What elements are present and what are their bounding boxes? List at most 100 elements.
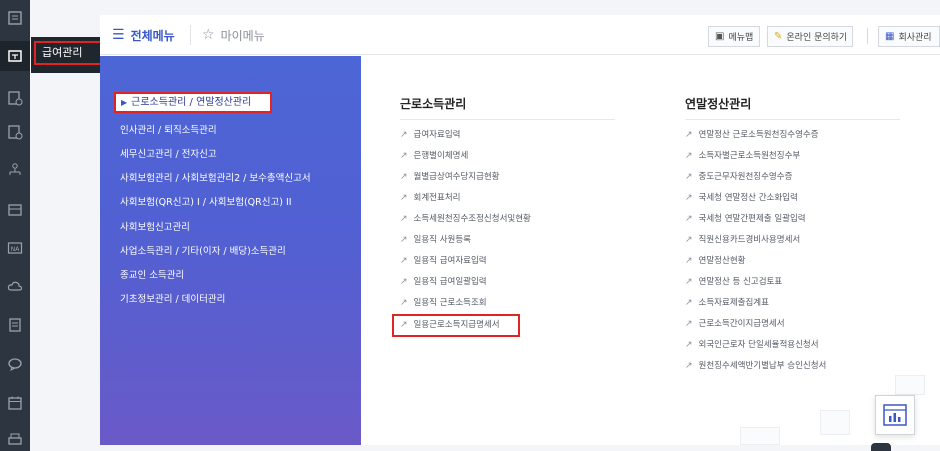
menu-link[interactable]: ↗ 국세청 연말정산 간소화입력 [685, 190, 798, 206]
triangle-right-icon: ▶ [121, 98, 128, 107]
doc-list-icon[interactable] [5, 315, 25, 335]
chart-icon [883, 404, 907, 426]
ledger-icon[interactable] [5, 200, 25, 220]
online-inquiry-label: 온라인 문의하기 [786, 33, 848, 43]
printer-icon[interactable] [5, 430, 25, 450]
menu-link[interactable]: ↗ 소득자료제출집계표 [685, 295, 769, 311]
menu-link-label: 근로소득간이지급명세서 [698, 319, 785, 329]
decor-illustration [740, 427, 780, 445]
menu-link-label: 중도근무자원천징수영수증 [698, 172, 793, 182]
category-item[interactable]: 사회보험(QR신고) I / 사회보험(QR신고) II [120, 194, 292, 212]
menu-link[interactable]: ↗ 은행별이체명세 [400, 148, 468, 164]
menu-link-label: 원천징수세액반기별납부 승인신청서 [698, 361, 827, 371]
category-sidebar: ▶ 근로소득관리 / 연말정산관리 인사관리 / 퇴직소득관리 세무신고관리 / … [100, 56, 361, 445]
payroll-icon[interactable] [0, 41, 30, 71]
menu-link[interactable]: ↗ 중도근무자원천징수영수증 [685, 169, 792, 185]
tab-my-menu[interactable]: ☆ 마이메뉴 [202, 25, 265, 45]
menu-link[interactable]: ↗ 직원신용카드경비사용명세서 [685, 232, 800, 248]
menu-link-daily-wage-statement[interactable]: ↗ 일용근로소득지급명세서 [400, 317, 500, 333]
menu-link[interactable]: ↗ 월별급상여수당지급현황 [400, 169, 500, 185]
external-link-icon: ↗ [685, 193, 693, 203]
hamburger-icon: ☰ [112, 27, 125, 43]
app-window: NA 급여관리 ☰ 전체메뉴 ☆ 마이메뉴 ▣ 메뉴맵 ✎ 온라인 문의하기 ▦… [0, 0, 940, 451]
menu-link-label: 급여자료입력 [413, 130, 461, 140]
category-active[interactable]: ▶ 근로소득관리 / 연말정산관리 [114, 92, 272, 113]
external-link-icon: ↗ [400, 130, 408, 140]
menu-map-button[interactable]: ▣ 메뉴맵 [708, 26, 760, 47]
external-link-icon: ↗ [685, 151, 693, 161]
menu-link[interactable]: ↗ 연말정산 근로소득원천징수영수증 [685, 127, 819, 143]
menu-link[interactable]: ↗ 일용직 근로소득조회 [400, 295, 487, 311]
tab-all-menu-label: 전체메뉴 [130, 28, 175, 43]
menu-link-label: 일용직 사원등록 [413, 235, 471, 245]
menu-link-label: 월별급상여수당지급현황 [413, 172, 500, 182]
category-active-label: 근로소득관리 / 연말정산관리 [131, 97, 252, 108]
external-link-icon: ↗ [685, 361, 693, 371]
icon-rail: NA [0, 0, 30, 451]
dashboard-float-button[interactable] [875, 395, 915, 435]
na-icon[interactable]: NA [5, 238, 25, 258]
category-item[interactable]: 사회보험관리 / 사회보험관리2 / 보수총액신고서 [120, 170, 311, 188]
pencil-icon: ✎ [774, 31, 783, 42]
calendar-icon[interactable] [5, 393, 25, 413]
menu-link[interactable]: ↗ 소득세원천징수조정신청서및현황 [400, 211, 531, 227]
menu-link[interactable]: ↗ 외국인근로자 단일세율적용신청서 [685, 337, 819, 353]
menu-link-label: 직원신용카드경비사용명세서 [698, 235, 801, 245]
category-item[interactable]: 인사관리 / 퇴직소득관리 [120, 122, 217, 140]
online-inquiry-button[interactable]: ✎ 온라인 문의하기 [767, 26, 853, 47]
menu-link[interactable]: ↗ 연말정산 등 신고검토표 [685, 274, 782, 290]
menu-map-label: 메뉴맵 [728, 33, 754, 43]
menu-link-label: 은행별이체명세 [413, 151, 469, 161]
menu-link[interactable]: ↗ 소득자별근로소득원천징수부 [685, 148, 800, 164]
menu-link-label: 일용직 급여자료입력 [413, 256, 487, 266]
menu-link-label: 연말정산 등 신고검토표 [698, 277, 783, 287]
external-link-icon: ↗ [400, 235, 408, 245]
menu-link-label: 연말정산현황 [698, 256, 746, 266]
menu-link[interactable]: ↗ 국세청 연말간편제출 일괄입력 [685, 211, 806, 227]
star-icon: ☆ [202, 27, 215, 43]
external-link-icon: ↗ [685, 319, 693, 329]
report-settings-icon[interactable] [5, 122, 25, 142]
menu-link[interactable]: ↗ 근로소득간이지급명세서 [685, 316, 785, 332]
chat-icon[interactable] [5, 354, 25, 374]
category-item[interactable]: 기초정보관리 / 데이터관리 [120, 291, 225, 309]
column-title-earned-income: 근로소득관리 [400, 97, 467, 111]
tab-all-menu[interactable]: ☰ 전체메뉴 [112, 25, 175, 45]
menu-link[interactable]: ↗ 일용직 사원등록 [400, 232, 471, 248]
report-icon[interactable] [5, 88, 25, 108]
menu-link[interactable]: ↗ 회계전표처리 [400, 190, 460, 206]
column-rule [685, 119, 900, 120]
category-item[interactable]: 세무신고관리 / 전자신고 [120, 146, 217, 164]
decor-illustration [895, 375, 925, 395]
menu-link[interactable]: ↗ 일용직 급여자료입력 [400, 253, 487, 269]
svg-text:NA: NA [11, 246, 20, 253]
external-link-icon: ↗ [400, 151, 408, 161]
external-link-icon: ↗ [400, 172, 408, 182]
menu-link-label: 소득세원천징수조정신청서및현황 [413, 214, 531, 224]
people-tree-icon[interactable] [5, 160, 25, 180]
topbar-separator [867, 28, 868, 44]
menu-link[interactable]: ↗ 일용직 급여일괄입력 [400, 274, 487, 290]
menu-link-label: 일용직 근로소득조회 [413, 298, 487, 308]
menu-link[interactable]: ↗ 급여자료입력 [400, 127, 460, 143]
external-link-icon: ↗ [685, 172, 693, 182]
external-link-icon: ↗ [685, 340, 693, 350]
external-link-icon: ↗ [685, 256, 693, 266]
float-shadow-tab [871, 443, 891, 451]
tab-my-menu-label: 마이메뉴 [220, 28, 265, 43]
category-item[interactable]: 사업소득관리 / 기타(이자 / 배당)소득관리 [120, 243, 286, 261]
menu-link-label: 외국인근로자 단일세율적용신청서 [698, 340, 819, 350]
menu-link[interactable]: ↗ 연말정산현황 [685, 253, 745, 269]
external-link-icon: ↗ [400, 298, 408, 308]
tab-divider [190, 25, 191, 45]
building-icon: ▦ [885, 31, 895, 42]
column-title-year-end: 연말정산관리 [685, 97, 752, 111]
document-icon[interactable] [5, 8, 25, 28]
company-manage-button[interactable]: ▦ 회사관리 [878, 26, 940, 47]
category-item[interactable]: 사회보험신고관리 [120, 219, 190, 237]
category-item[interactable]: 종교인 소득관리 [120, 267, 184, 285]
menu-link-label: 소득자별근로소득원천징수부 [698, 151, 801, 161]
menu-link[interactable]: ↗ 원천징수세액반기별납부 승인신청서 [685, 358, 826, 374]
external-link-icon: ↗ [685, 214, 693, 224]
cloud-icon[interactable] [5, 276, 25, 296]
